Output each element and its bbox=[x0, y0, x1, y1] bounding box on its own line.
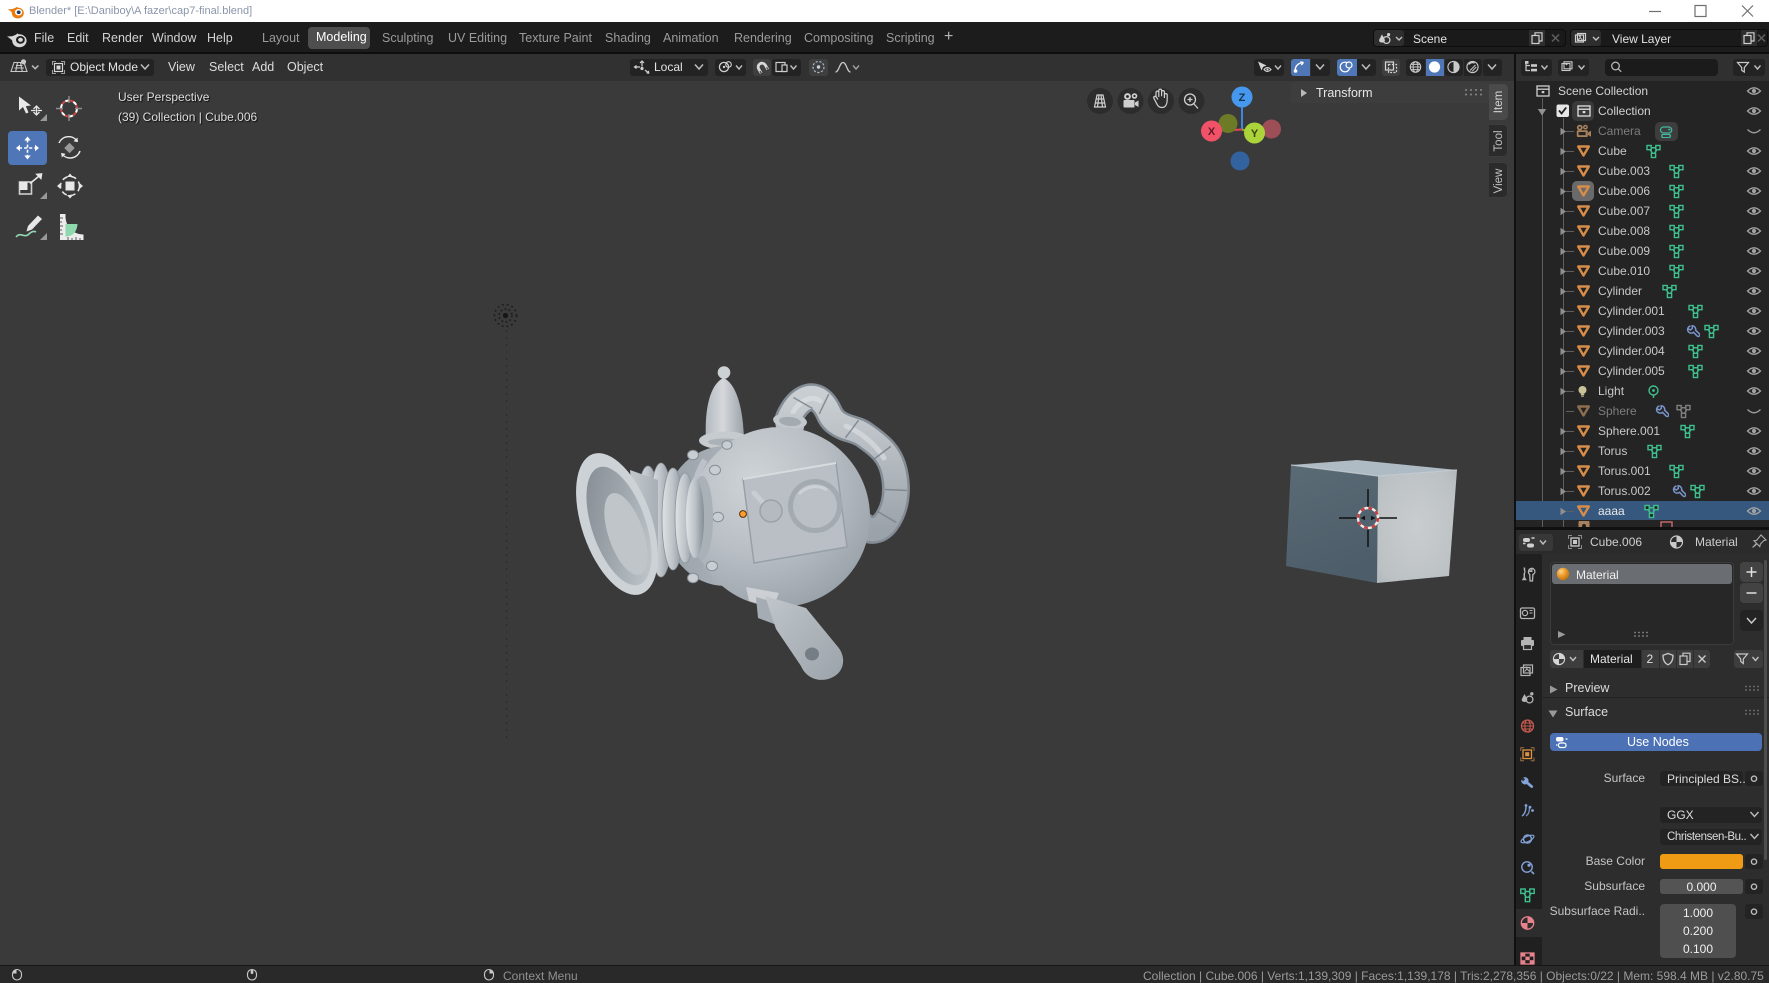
svg-text:Y: Y bbox=[1251, 128, 1259, 140]
svg-text:Z: Z bbox=[1239, 92, 1246, 104]
svg-text:X: X bbox=[1208, 126, 1216, 138]
